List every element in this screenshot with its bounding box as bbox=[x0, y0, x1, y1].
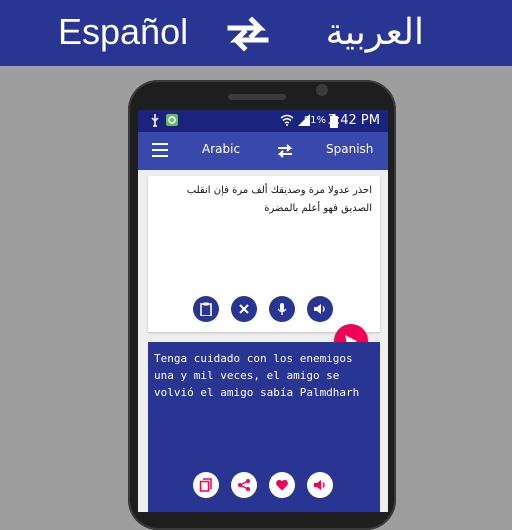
swap-horizontal-icon bbox=[227, 16, 269, 52]
promo-banner: Español العربية bbox=[0, 0, 512, 66]
input-card[interactable]: احذر عدولا مرة وصديقك ألف مرة فإن انقلب … bbox=[148, 176, 380, 332]
copy-icon bbox=[199, 478, 212, 492]
battery-percent: 81% bbox=[303, 115, 326, 126]
share-icon bbox=[238, 479, 250, 491]
favorite-button[interactable] bbox=[269, 472, 295, 498]
usb-icon bbox=[151, 114, 159, 127]
status-bar: 81% 3:42 PM bbox=[138, 110, 388, 132]
paste-button[interactable] bbox=[193, 296, 219, 322]
input-text[interactable]: احذر عدولا مرة وصديقك ألف مرة فإن انقلب … bbox=[158, 182, 372, 218]
output-card: Tenga cuidado con los enemigos una y mil… bbox=[148, 342, 380, 512]
app-notification-icon bbox=[166, 114, 178, 126]
clear-button[interactable] bbox=[231, 296, 257, 322]
speak-input-button[interactable] bbox=[307, 296, 333, 322]
output-text: Tenga cuidado con los enemigos una y mil… bbox=[154, 352, 360, 399]
phone-speaker bbox=[228, 94, 286, 100]
target-language-selector[interactable]: Spanish bbox=[326, 142, 373, 156]
hamburger-menu-icon[interactable] bbox=[152, 143, 168, 157]
share-button[interactable] bbox=[231, 472, 257, 498]
app-screen: 81% 3:42 PM Arabic Spanish احذر عدولا مر… bbox=[138, 110, 388, 512]
swap-languages-icon[interactable] bbox=[276, 142, 294, 160]
source-language-selector[interactable]: Arabic bbox=[202, 142, 240, 156]
microphone-icon bbox=[277, 303, 287, 315]
speaker-icon bbox=[314, 304, 325, 314]
phone-camera bbox=[316, 84, 328, 96]
heart-icon bbox=[276, 479, 288, 491]
banner-left-language: Español bbox=[58, 11, 189, 52]
copy-button[interactable] bbox=[193, 472, 219, 498]
app-toolbar: Arabic Spanish bbox=[138, 132, 388, 170]
banner-right-language: العربية bbox=[325, 11, 424, 52]
voice-input-button[interactable] bbox=[269, 296, 295, 322]
wifi-icon bbox=[280, 114, 294, 126]
status-time: 3:42 PM bbox=[327, 113, 380, 128]
speaker-icon bbox=[314, 480, 325, 490]
clipboard-icon bbox=[200, 302, 212, 316]
speak-output-button[interactable] bbox=[307, 472, 333, 498]
close-icon bbox=[239, 304, 249, 314]
